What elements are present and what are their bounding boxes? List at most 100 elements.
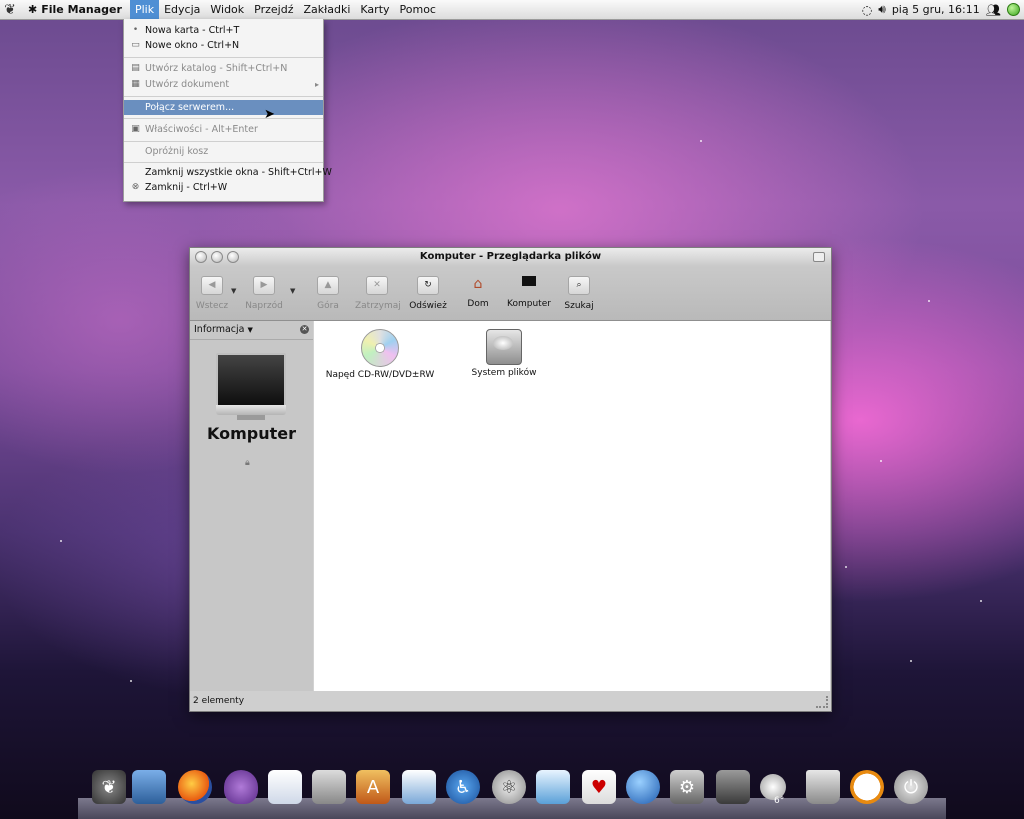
quill-icon[interactable] (536, 770, 570, 804)
star (910, 660, 912, 662)
menu-item-new-tab[interactable]: • Nowa karta - Ctrl+T (124, 23, 323, 38)
chevron-down-icon: ▼ (247, 326, 253, 334)
menu-item-connect-server[interactable]: Połącz serwerem... (124, 100, 323, 115)
search-icon: ⌕ (568, 276, 590, 295)
forward-button[interactable]: ▶ Naprzód (242, 276, 286, 311)
home-button[interactable]: ⌂ Dom (456, 276, 500, 309)
reload-button[interactable]: ↻ Odśwież (406, 276, 450, 311)
file-cabinet-icon[interactable] (312, 770, 346, 804)
top-panel: ❦ ✱ File Manager Plik Edycja Widok Przej… (0, 0, 1024, 20)
firefox-icon[interactable] (178, 770, 212, 804)
menu-edycja[interactable]: Edycja (159, 0, 205, 19)
cards-icon[interactable]: ♥ (582, 770, 616, 804)
up-label: Góra (317, 301, 339, 311)
menu-item-label: Właściwości - Alt+Enter (145, 124, 258, 135)
file-menu-dropdown: • Nowa karta - Ctrl+T ▭ Nowe okno - Ctrl… (123, 19, 332, 202)
zoom-window-button[interactable] (227, 251, 239, 263)
stop-icon: ✕ (366, 276, 388, 295)
network-globe-icon[interactable] (626, 770, 660, 804)
menu-item-empty-trash[interactable]: Opróżnij kosz (124, 144, 323, 159)
computer-button[interactable]: Komputer (507, 276, 551, 309)
menu-plik[interactable]: Plik (129, 0, 160, 19)
desktop-icon[interactable] (132, 770, 166, 804)
file-item-cd-drive[interactable]: Napęd CD-RW/DVD±RW (325, 329, 435, 380)
menu-item-new-window[interactable]: ▭ Nowe okno - Ctrl+N (124, 38, 323, 53)
app-menu[interactable]: ✱ File Manager (24, 3, 130, 16)
back-history-dropdown[interactable]: ▼ (231, 287, 236, 295)
users-icon[interactable]: 👥︎ (986, 3, 1001, 17)
gnome-foot-icon[interactable]: ❦ (2, 2, 18, 18)
accessibility-icon[interactable]: ♿︎ (446, 770, 480, 804)
gnome-foot-icon[interactable]: ❦ (92, 770, 126, 804)
stop-button[interactable]: ✕ Zatrzymaj (355, 276, 401, 311)
weather-temperature: 6° (774, 796, 785, 806)
menu-item-create-document[interactable]: ▦ Utwórz dokument ▸ (124, 77, 323, 92)
sidebar-header[interactable]: Informacja ▼ ✕ (190, 321, 313, 340)
cd-icon (361, 329, 399, 367)
back-button[interactable]: ◀ Wstecz (190, 276, 234, 311)
paw-icon: ✱ (28, 3, 38, 16)
menu-pomoc[interactable]: Pomoc (395, 0, 441, 19)
power-icon[interactable]: ⏻ (894, 770, 928, 804)
file-item-label: Napęd CD-RW/DVD±RW (325, 370, 435, 380)
app-store-icon[interactable]: A (356, 770, 390, 804)
titlebar[interactable]: Komputer - Przeglądarka plików (190, 248, 831, 266)
menu-item-label: Zamknij wszystkie okna - Shift+Ctrl+W (145, 167, 332, 178)
file-item-label: System plików (471, 368, 537, 378)
window-title: Komputer - Przeglądarka plików (419, 251, 602, 262)
atom-icon[interactable]: ⚛ (492, 770, 526, 804)
maximize-button[interactable] (813, 252, 825, 262)
file-view[interactable]: Napęd CD-RW/DVD±RW System plików (314, 321, 830, 691)
menu-item-label: Utwórz katalog - Shift+Ctrl+N (145, 63, 288, 74)
speaker-icon[interactable] (716, 770, 750, 804)
menu-item-close[interactable]: ⊗ Zamknij - Ctrl+W (124, 180, 323, 195)
computer-large-icon (216, 353, 286, 409)
reload-icon: ↻ (417, 276, 439, 295)
resize-grip-icon[interactable] (816, 696, 828, 708)
home-icon: ⌂ (473, 276, 483, 292)
file-item-filesystem[interactable]: System plików (449, 329, 559, 378)
stop-label: Zatrzymaj (355, 301, 401, 311)
chat-bubble-icon[interactable]: ◌ (862, 3, 872, 17)
menu-karty[interactable]: Karty (355, 0, 394, 19)
menu-item-label: Połącz serwerem... (145, 102, 235, 113)
menu-zakladki[interactable]: Zakładki (298, 0, 355, 19)
search-button[interactable]: ⌕ Szukaj (557, 276, 601, 311)
volume-icon[interactable]: 🔊︎ (878, 2, 886, 17)
monitor-stand (237, 415, 265, 420)
star (845, 566, 847, 568)
sidebar-panel: Informacja ▼ ✕ Komputer 🔒︎ (190, 321, 313, 691)
menu-widok[interactable]: Widok (205, 0, 249, 19)
pidgin-icon[interactable] (224, 770, 258, 804)
star (980, 600, 982, 602)
up-button[interactable]: ▲ Góra (306, 276, 350, 311)
trash-icon[interactable] (806, 770, 840, 804)
mail-calendar-icon[interactable] (402, 770, 436, 804)
status-icon[interactable] (1007, 3, 1020, 16)
clock-icon[interactable] (850, 770, 884, 804)
document-icon: ▦ (131, 79, 140, 89)
sidebar-location-name: Komputer (206, 424, 296, 443)
menu-item-label: Nowe okno - Ctrl+N (145, 40, 240, 51)
clock-label[interactable]: pią 5 gru, 16:11 (892, 3, 980, 16)
menu-item-properties[interactable]: ▣ Właściwości - Alt+Enter (124, 122, 323, 137)
close-window-button[interactable] (195, 251, 207, 263)
close-sidebar-icon[interactable]: ✕ (300, 325, 309, 334)
minimize-window-button[interactable] (211, 251, 223, 263)
system-prefs-icon[interactable]: ⚙ (670, 770, 704, 804)
reload-label: Odśwież (409, 301, 447, 311)
computer-label: Komputer (507, 299, 551, 309)
star (880, 460, 882, 462)
home-label: Dom (467, 299, 489, 309)
submenu-arrow-icon: ▸ (314, 80, 319, 89)
search-label: Szukaj (564, 301, 594, 311)
forward-history-dropdown[interactable]: ▼ (290, 287, 295, 295)
text-editor-icon[interactable] (268, 770, 302, 804)
menu-separator (124, 141, 323, 142)
menu-item-label: Nowa karta - Ctrl+T (145, 25, 240, 36)
menu-item-create-folder[interactable]: ▤ Utwórz katalog - Shift+Ctrl+N (124, 61, 323, 76)
menu-przejdz[interactable]: Przejdź (249, 0, 298, 19)
close-circle-icon: ⊗ (131, 182, 140, 192)
forward-label: Naprzód (245, 301, 283, 311)
menu-item-close-all[interactable]: Zamknij wszystkie okna - Shift+Ctrl+W (124, 165, 332, 180)
